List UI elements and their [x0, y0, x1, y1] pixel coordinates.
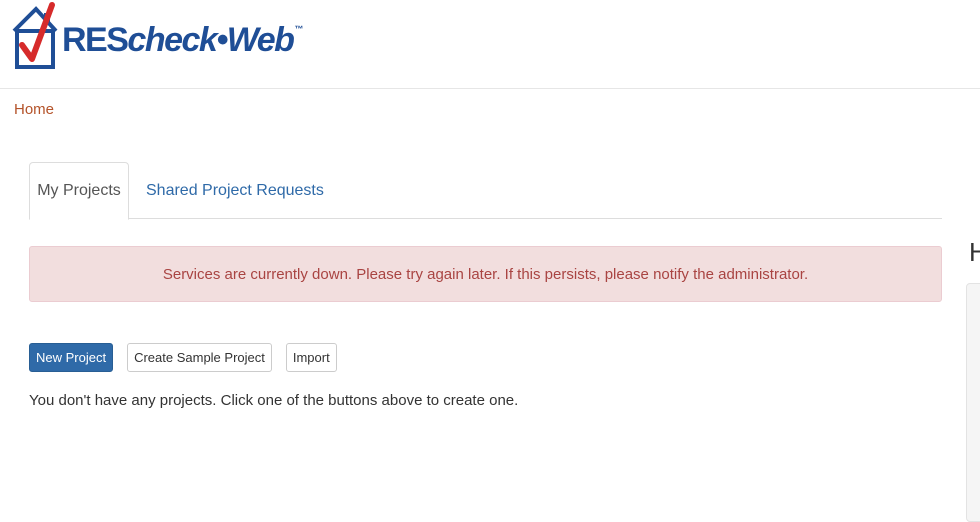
- breadcrumb-home-link[interactable]: Home: [14, 101, 54, 118]
- page: REScheck•Web™ Home My Projects Shared Pr…: [0, 0, 980, 522]
- logo-wordmark: REScheck•Web™: [62, 21, 303, 59]
- new-project-button[interactable]: New Project: [29, 343, 114, 372]
- create-sample-project-button[interactable]: Create Sample Project: [127, 343, 272, 372]
- alert-message: Services are currently down. Please try …: [162, 265, 809, 283]
- side-panel-heading: H: [969, 237, 980, 267]
- empty-projects-message: You don't have any projects. Click one o…: [29, 392, 519, 409]
- logo-text-bold: RES: [62, 21, 129, 59]
- project-actions: New Project Create Sample Project Import: [29, 343, 337, 372]
- project-tabs: My Projects Shared Project Requests: [29, 162, 942, 220]
- logo-trademark: ™: [294, 24, 303, 34]
- rescheck-web-logo[interactable]: REScheck•Web™: [10, 0, 303, 72]
- logo-text-rest: check•Web: [127, 21, 294, 59]
- services-down-alert: Services are currently down. Please try …: [29, 246, 942, 302]
- house-checkmark-icon: [12, 2, 58, 69]
- tab-my-projects[interactable]: My Projects: [29, 162, 129, 220]
- header: REScheck•Web™: [0, 0, 980, 89]
- side-panel: [966, 283, 980, 522]
- import-button[interactable]: Import: [285, 343, 337, 372]
- tab-shared-project-requests[interactable]: Shared Project Requests: [131, 162, 339, 219]
